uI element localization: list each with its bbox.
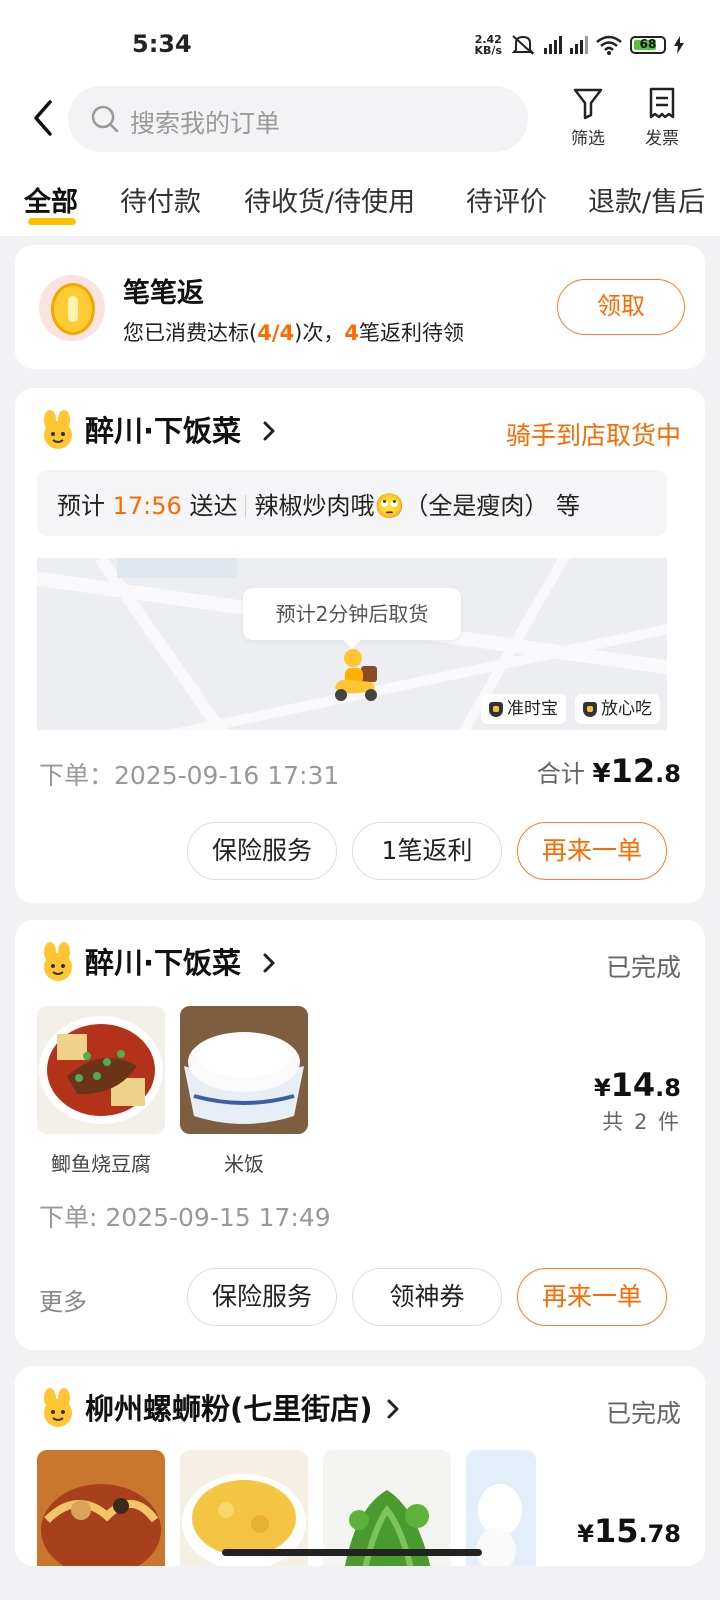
signal-icon xyxy=(544,36,562,54)
order-status: 已完成 xyxy=(605,953,681,982)
invoice-icon xyxy=(649,87,675,119)
tab-pending-delivery[interactable]: 待收货/待使用 xyxy=(244,180,415,219)
status-bar: 5:34 2.42 KB/s 68 xyxy=(0,0,720,80)
chevron-right-icon xyxy=(387,1399,399,1419)
search-icon xyxy=(91,105,119,133)
header: 搜索我的订单 筛选 发票 xyxy=(0,80,720,170)
tab-pending-payment[interactable]: 待付款 xyxy=(120,180,201,219)
item-name: 鲫鱼烧豆腐 xyxy=(51,1152,151,1176)
delivery-eta: 预计 17:56 送达 辣椒炒肉哦🙄（全是瘦肉） 等 xyxy=(37,470,667,536)
map-bubble: 预计2分钟后取货 xyxy=(243,588,461,649)
order-tabs: 全部 待付款 待收货/待使用 待评价 退款/售后 xyxy=(0,170,720,236)
mute-icon xyxy=(511,35,535,55)
shield-icon xyxy=(489,702,503,717)
reward-subtitle: 您已消费达标(4/4)次，4笔返利待领 xyxy=(123,321,464,345)
item-thumbnail[interactable] xyxy=(37,1450,165,1566)
invoice-button[interactable]: 发票 xyxy=(632,86,692,149)
more-button[interactable]: 更多 xyxy=(39,1282,87,1317)
map-tag: 放心吃 xyxy=(575,694,660,724)
insurance-button[interactable]: 保险服务 xyxy=(187,1268,337,1326)
order-time: 下单: 2025-09-15 17:49 xyxy=(39,1203,331,1232)
insurance-button[interactable]: 保险服务 xyxy=(187,822,337,880)
delivery-map[interactable]: 预计2分钟后取货 准时宝 放心吃 xyxy=(37,558,667,730)
reorder-button[interactable]: 再来一单 xyxy=(517,822,667,880)
items-summary: 辣椒炒肉哦🙄（全是瘦肉） 等 xyxy=(254,492,580,520)
tab-active-indicator xyxy=(28,218,76,225)
search-placeholder: 搜索我的订单 xyxy=(130,109,281,138)
shield-icon xyxy=(583,702,597,717)
reorder-button[interactable]: 再来一单 xyxy=(517,1268,667,1326)
order-price: ¥15.78 xyxy=(577,1512,681,1550)
search-input[interactable]: 搜索我的订单 xyxy=(68,86,528,152)
order-card[interactable]: 醉川·下饭菜 骑手到店取货中 预计 17:56 送达 辣椒炒肉哦🙄（全是瘦肉） 等… xyxy=(15,388,705,903)
back-arrow-icon[interactable] xyxy=(28,98,58,138)
filter-icon xyxy=(573,88,603,120)
shop-logo-icon xyxy=(44,942,72,981)
reward-card: 笔笔返 您已消费达标(4/4)次，4笔返利待领 领取 xyxy=(15,245,705,369)
status-icons: 2.42 KB/s 68 xyxy=(475,34,684,56)
item-count: 共 2 件 xyxy=(602,1110,681,1134)
shop-name[interactable]: 醉川·下饭菜 xyxy=(85,408,241,450)
chevron-right-icon xyxy=(263,953,275,973)
map-tag: 准时宝 xyxy=(481,694,566,724)
shop-logo-icon xyxy=(44,1388,72,1427)
chevron-right-icon xyxy=(263,421,275,441)
item-name: 米饭 xyxy=(224,1152,264,1176)
tab-pending-review[interactable]: 待评价 xyxy=(466,180,547,219)
wifi-icon xyxy=(596,35,622,55)
network-speed: 2.42 KB/s xyxy=(474,33,502,57)
charging-icon xyxy=(674,36,684,54)
battery-icon: 68 xyxy=(630,36,666,54)
eta-time: 17:56 xyxy=(112,492,182,520)
shop-logo-icon xyxy=(44,410,72,449)
order-price: ¥14.8 共 2 件 xyxy=(593,1066,681,1134)
shop-name[interactable]: 柳州螺蛳粉(七里街店) xyxy=(85,1386,373,1428)
claim-button[interactable]: 领取 xyxy=(557,279,685,335)
order-total: 合计 ¥12.8 xyxy=(536,752,681,790)
order-card[interactable]: 醉川·下饭菜 已完成 鲫鱼烧豆腐 米饭 ¥14.8 共 2 件 下单: 2025… xyxy=(15,920,705,1350)
item-thumbnail[interactable] xyxy=(37,1006,165,1134)
rider-icon xyxy=(335,649,377,701)
clock: 5:34 xyxy=(132,30,192,58)
order-card[interactable]: 柳州螺蛳粉(七里街店) 已完成 ¥15.78 xyxy=(15,1366,705,1566)
tab-all[interactable]: 全部 xyxy=(24,180,78,219)
item-thumbnail[interactable] xyxy=(180,1006,308,1134)
coupon-button[interactable]: 领神券 xyxy=(352,1268,502,1326)
filter-button[interactable]: 筛选 xyxy=(558,86,618,149)
order-status: 骑手到店取货中 xyxy=(505,421,681,450)
home-indicator[interactable] xyxy=(222,1549,482,1556)
tab-refund[interactable]: 退款/售后 xyxy=(588,180,705,219)
order-status: 已完成 xyxy=(605,1399,681,1428)
rebate-button[interactable]: 1笔返利 xyxy=(352,822,502,880)
order-time: 下单：2025-09-16 17:31 xyxy=(39,761,340,790)
shop-name[interactable]: 醉川·下饭菜 xyxy=(85,940,241,982)
signal-icon xyxy=(570,36,588,54)
reward-title: 笔笔返 xyxy=(123,278,204,309)
coin-icon xyxy=(39,275,105,341)
